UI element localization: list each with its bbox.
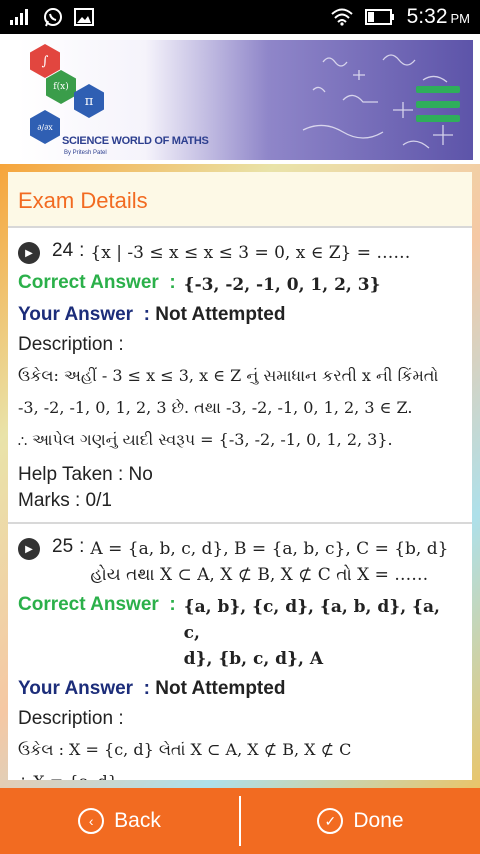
gallery-icon (74, 8, 94, 26)
your-answer-label: Your Answer : (18, 304, 156, 325)
clock: 5:32 PM (406, 5, 470, 28)
question-item: ▶︎ 24 : {x | -3 ≤ x ≤ x ≤ 3 = 0, x ∈ Z} … (8, 228, 472, 524)
your-answer-value: Not Attempted (155, 678, 286, 699)
description-label: Description : (18, 334, 124, 355)
header-banner: ∫ f(x) π ∂/∂x SCIENCE WORLD OF MATHS By … (18, 40, 473, 160)
chevron-left-icon: ‹ (78, 808, 105, 834)
wifi-icon (330, 8, 353, 26)
your-answer-value: Not Attempted (155, 304, 286, 325)
question-text: A = {a, b, c, d}, B = {a, b, c}, C = {b,… (90, 539, 449, 585)
bottom-action-bar: ‹ Back ✓ Done (0, 788, 480, 854)
hex-pi-icon: π (74, 84, 104, 118)
back-button[interactable]: ‹ Back (0, 788, 239, 854)
app-header: ∫ f(x) π ∂/∂x SCIENCE WORLD OF MATHS By … (0, 34, 480, 164)
brand-author: By Pritesh Patel (64, 150, 107, 156)
whatsapp-icon (44, 8, 62, 27)
checkmark-icon: ✓ (317, 808, 344, 834)
brand-name: SCIENCE WORLD OF MATHS (62, 135, 209, 147)
exam-details-card[interactable]: Exam Details ▶︎ 24 : {x | -3 ≤ x ≤ x ≤ 3… (8, 172, 472, 780)
correct-answer-label: Correct Answer : (18, 272, 176, 293)
play-icon: ▶︎ (18, 242, 40, 264)
correct-answer-value: {-3, -2, -1, 0, 1, 2, 3} (183, 275, 381, 295)
question-separator: : (79, 536, 85, 557)
question-text: {x | -3 ≤ x ≤ x ≤ 3 = 0, x ∈ Z} = …… (90, 243, 411, 263)
description-line: ∴ આપેલ ગણનું યાદી સ્વરૂપ = {-3, -2, -1, … (18, 430, 393, 449)
description-line: ઉકેલ: અહીં - 3 ≤ x ≤ 3, x ∈ Z નું સમાધાન… (18, 366, 439, 385)
exam-details-title: Exam Details (18, 188, 148, 213)
your-answer-label: Your Answer : (18, 678, 156, 699)
battery-icon (364, 9, 394, 25)
exam-details-header: Exam Details (8, 172, 472, 228)
menu-bar (416, 100, 460, 108)
menu-button[interactable] (416, 86, 460, 122)
hex-integral-icon: ∫ (30, 44, 60, 78)
correct-answer-label: Correct Answer : (18, 594, 176, 615)
description-label: Description : (18, 708, 124, 729)
description-line: -3, -2, -1, 0, 1, 2, 3 છે. તથા -3, -2, -… (18, 398, 413, 417)
status-bar: 5:32 PM (0, 0, 480, 34)
signal-icon (10, 9, 28, 25)
marks: Marks : 0/1 (18, 490, 112, 511)
help-taken: Help Taken : No (18, 464, 153, 485)
menu-bar (416, 86, 460, 93)
done-label: Done (353, 809, 404, 832)
question-number: 24 (52, 240, 74, 261)
play-icon: ▶︎ (18, 538, 40, 560)
question-separator: : (79, 240, 85, 261)
done-button[interactable]: ✓ Done (241, 788, 480, 854)
description-line: ઉકેલ : X = {c, d} લેતાં X ⊂ A, X ⊄ B, X … (18, 740, 352, 759)
hex-partial-icon: ∂/∂x (30, 110, 60, 144)
hex-function-icon: f(x) (46, 70, 76, 104)
menu-bar (416, 115, 460, 122)
description-line: ∴ X = {c, d} (18, 766, 462, 780)
back-label: Back (114, 809, 161, 832)
question-item: ▶︎ 25 : A = {a, b, c, d}, B = {a, b, c},… (8, 524, 472, 780)
correct-answer-value: {a, b}, {c, d}, {a, b, d}, {a, c, d}, {b… (183, 597, 440, 669)
question-number: 25 (52, 536, 74, 557)
